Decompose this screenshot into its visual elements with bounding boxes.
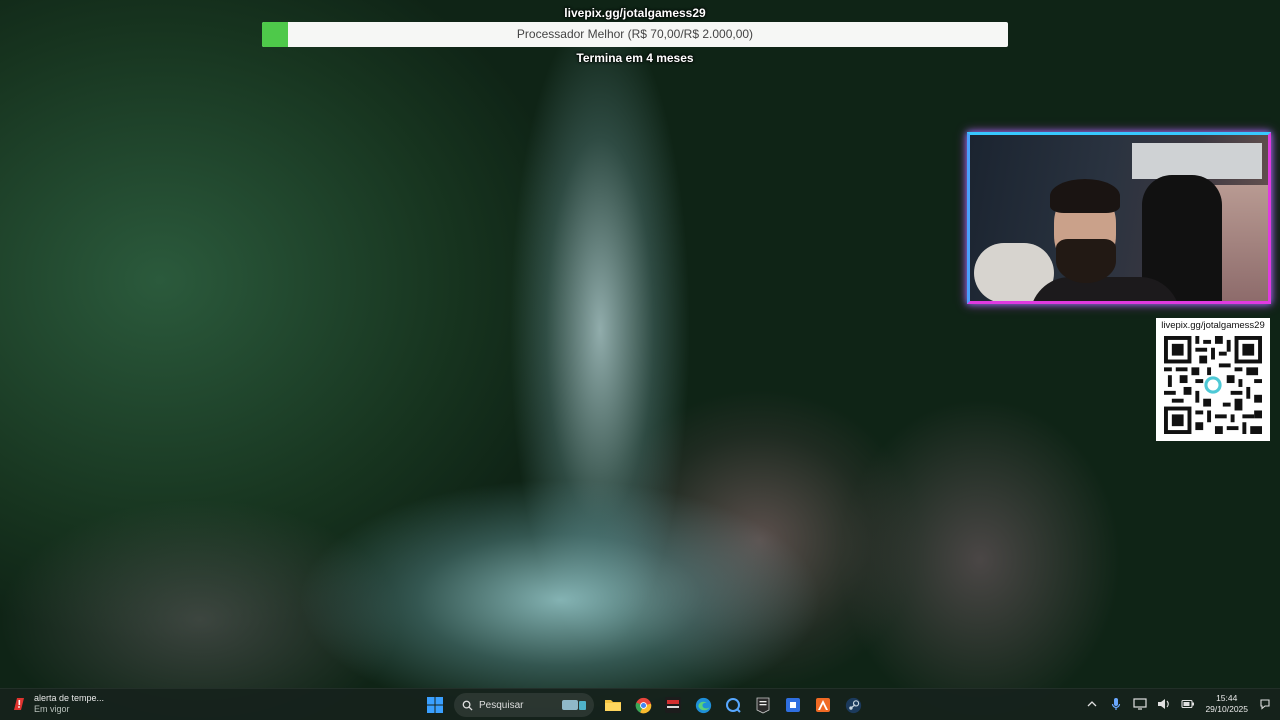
- red-app-button[interactable]: [662, 694, 684, 716]
- network-icon: [1133, 698, 1148, 710]
- system-tray: 15:44 29/10/2025: [1085, 693, 1272, 715]
- chrome-icon: [635, 697, 651, 713]
- weather-alert-icon: [14, 698, 24, 710]
- edge-icon: [695, 697, 711, 713]
- battery-button[interactable]: [1181, 697, 1195, 711]
- notifications-button[interactable]: [1258, 697, 1272, 711]
- notification-icon: [1260, 699, 1270, 710]
- volume-button[interactable]: [1157, 697, 1171, 711]
- file-explorer-button[interactable]: [602, 694, 624, 716]
- edge-button[interactable]: [692, 694, 714, 716]
- webcam-body: [1030, 277, 1180, 301]
- qr-url: livepix.gg/jotalgamess29: [1161, 320, 1265, 331]
- webcam-hair: [1050, 179, 1120, 213]
- clock-time: 15:44: [1216, 693, 1238, 703]
- clock-date: 29/10/2025: [1205, 704, 1248, 714]
- epic-games-icon: [756, 697, 770, 713]
- goal-progress-bar: Processador Melhor (R$ 70,00/R$ 2.000,00…: [262, 22, 1008, 47]
- search-app-button[interactable]: [722, 694, 744, 716]
- network-button[interactable]: [1133, 697, 1148, 711]
- volume-icon: [1158, 699, 1170, 709]
- microphone-button[interactable]: [1109, 697, 1123, 711]
- taskbar-apps: Pesquisar: [424, 693, 864, 717]
- tray-overflow-button[interactable]: [1085, 697, 1099, 711]
- webcam-beard: [1056, 239, 1116, 283]
- qr-panel: livepix.gg/jotalgamess29: [1156, 318, 1270, 441]
- search-highlight-icon: [562, 700, 586, 710]
- goal-label: Processador Melhor (R$ 70,00/R$ 2.000,00…: [516, 27, 754, 41]
- file-explorer-icon: [605, 700, 621, 711]
- qr-code-icon: [1164, 336, 1262, 434]
- weather-widget[interactable]: alerta de tempe... Em vigor: [10, 693, 104, 715]
- goal-url: livepix.gg/jotalgamess29: [564, 6, 706, 20]
- search-placeholder: Pesquisar: [479, 699, 524, 711]
- steam-button[interactable]: [842, 694, 864, 716]
- app-orange-icon: [816, 698, 830, 712]
- app-red-icon: [665, 697, 681, 713]
- chrome-button[interactable]: [632, 694, 654, 716]
- goal-deadline: Termina em 4 meses: [576, 51, 694, 65]
- square-app-button[interactable]: [782, 694, 804, 716]
- webcam-frame: [967, 132, 1271, 304]
- chevron-up-icon: [1087, 701, 1097, 707]
- windows-start-icon: [427, 697, 443, 713]
- start-button[interactable]: [424, 694, 446, 716]
- app-square-icon: [786, 698, 800, 712]
- battery-icon: [1181, 699, 1195, 709]
- orange-app-button[interactable]: [812, 694, 834, 716]
- search-icon: [462, 700, 473, 711]
- microphone-icon: [1112, 698, 1121, 710]
- circle-app-icon: [726, 698, 741, 713]
- weather-title: alerta de tempe...: [34, 693, 105, 703]
- taskbar-search[interactable]: Pesquisar: [454, 693, 594, 717]
- donation-goal: livepix.gg/jotalgamess29 Processador Mel…: [262, 4, 1008, 69]
- weather-subtitle: Em vigor: [34, 704, 70, 714]
- epic-games-button[interactable]: [752, 694, 774, 716]
- taskbar: alerta de tempe... Em vigor Pesquisar 15…: [0, 688, 1280, 720]
- webcam-window-light: [1132, 143, 1262, 179]
- taskbar-clock[interactable]: 15:44 29/10/2025: [1205, 693, 1248, 715]
- steam-icon: [845, 697, 861, 713]
